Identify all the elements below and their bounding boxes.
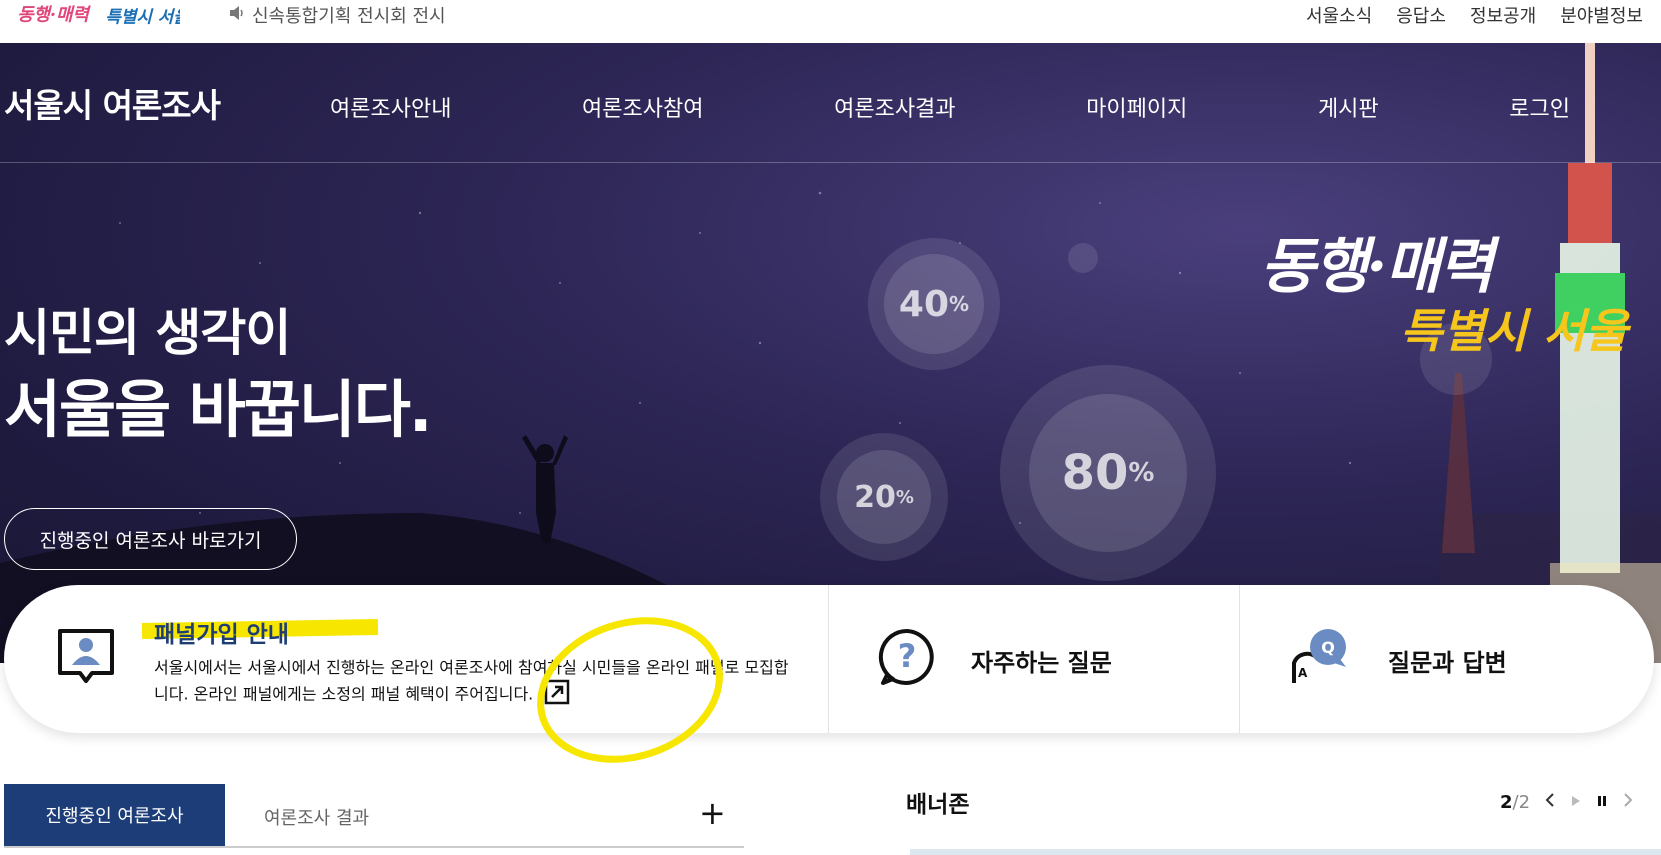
pause-icon[interactable] [1596,792,1608,813]
notice-ticker[interactable]: 신속통합기획 전시회 전시 [228,2,446,28]
banner-current-page: 2 [1500,792,1513,813]
percent-bubble-20: 20% [820,433,948,561]
nav-item-login[interactable]: 로그인 [1509,91,1570,123]
faq-title: 자주하는 질문 [971,649,1112,677]
util-link-news[interactable]: 서울소식 [1306,2,1372,28]
banner-pager: 2/2 [1500,792,1530,813]
banner-image-strip[interactable] [910,849,1661,855]
nav-item-survey-participate[interactable]: 여론조사참여 [582,91,703,123]
percent-bubble-40-unit: % [949,292,970,316]
percent-bubble-40-value: 40 [898,283,950,325]
svg-text:동행·매력: 동행·매력 [17,5,91,26]
more-button[interactable]: + [699,794,726,832]
percent-bubble-80-unit: % [1128,458,1155,488]
person-chat-icon [54,625,118,693]
svg-text:특별시 서울: 특별시 서울 [105,7,180,27]
hero-headline-line2: 서울을 바꿉니다. [4,373,432,446]
question-bubble-icon: ? [877,627,937,691]
nav-menu: 여론조사안내 여론조사참여 여론조사결과 마이페이지 게시판 로그인 [330,91,1570,123]
utility-links: 서울소식 응답소 정보공개 분야별정보 [1306,2,1643,28]
percent-bubble-20-unit: % [895,486,914,508]
quick-links-cards: 패널가입 안내 서울시에서는 서울시에서 진행하는 온라인 여론조사에 참여하실… [4,585,1654,733]
chevron-left-icon[interactable] [1544,792,1556,813]
banner-zone-title: 배너존 [906,792,970,818]
tab-ongoing-surveys[interactable]: 진행중인 여론조사 [4,784,225,846]
site-title[interactable]: 서울시 여론조사 [4,79,221,127]
qa-bubble-icon: A Q [1288,627,1350,693]
seoul-slogan-logo[interactable]: 동행·매력 특별시 서울 [10,0,180,30]
nav-item-survey-guide[interactable]: 여론조사안내 [330,91,451,123]
util-link-field-info[interactable]: 분야별정보 [1560,2,1643,28]
panel-join-title: 패널가입 안내 [154,622,289,648]
svg-text:A: A [1298,666,1308,680]
play-icon[interactable] [1570,792,1582,813]
chevron-right-icon[interactable] [1622,792,1634,813]
decorative-dot [1068,243,1098,273]
main-nav: 서울시 여론조사 여론조사안내 여론조사참여 여론조사결과 마이페이지 게시판 … [0,43,1661,163]
percent-bubble-80-value: 80 [1061,445,1129,501]
hero-banner: 서울시 여론조사 여론조사안내 여론조사참여 여론조사결과 마이페이지 게시판 … [0,43,1661,663]
banner-controls: 2/2 [1500,792,1634,813]
percent-bubble-20-value: 20 [854,479,896,515]
tab-survey-results[interactable]: 여론조사 결과 [264,804,369,830]
qna-title: 질문과 답변 [1388,649,1507,677]
nav-item-mypage[interactable]: 마이페이지 [1086,91,1187,123]
hero-slogan: 동행·매력 특별시 서울 [1260,218,1628,361]
utility-bar: 동행·매력 특별시 서울 신속통합기획 전시회 전시 서울소식 응답소 정보공개… [0,0,1661,43]
util-link-open-info[interactable]: 정보공개 [1470,2,1536,28]
svg-text:?: ? [898,637,917,675]
ongoing-survey-button[interactable]: 진행중인 여론조사 바로가기 [4,508,297,570]
banner-total-pages: 2 [1518,792,1531,813]
survey-tabs: 진행중인 여론조사 여론조사 결과 + [4,784,744,848]
percent-bubble-40: 40% [868,238,1000,370]
slogan-line2: 특별시 서울 [1400,304,1628,358]
svg-text:Q: Q [1321,638,1335,657]
speaker-icon [228,5,246,26]
qna-card[interactable]: A Q 질문과 답변 [1240,585,1654,733]
util-link-eungdapso[interactable]: 응답소 [1396,2,1446,28]
nav-item-board[interactable]: 게시판 [1318,91,1379,123]
slogan-line1: 동행·매력 [1260,232,1494,302]
hero-headline-line1: 시민의 생각이 [4,304,291,362]
faq-card[interactable]: ? 자주하는 질문 [829,585,1240,733]
notice-text: 신속통합기획 전시회 전시 [252,6,446,27]
nav-item-survey-results[interactable]: 여론조사결과 [834,91,955,123]
percent-bubble-80: 80% [1000,365,1216,581]
